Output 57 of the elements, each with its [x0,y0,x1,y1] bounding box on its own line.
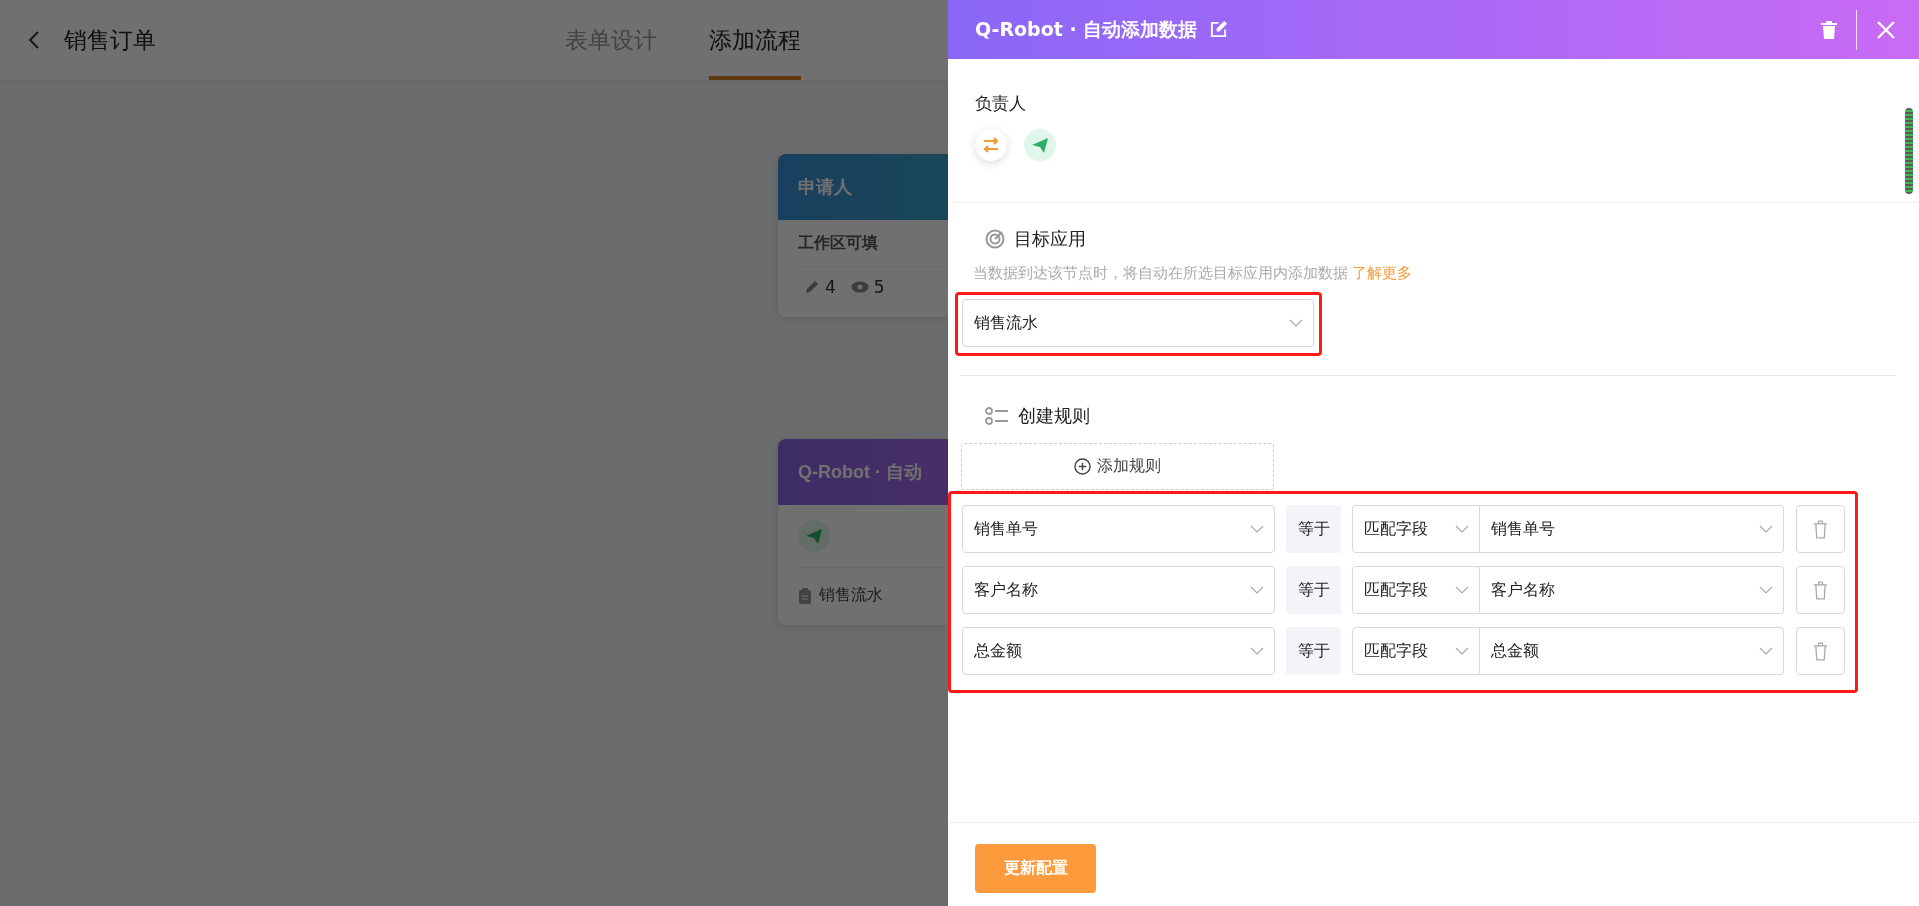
pencil-icon [804,279,820,295]
chevron-down-icon [1455,525,1469,533]
close-icon[interactable] [1877,20,1895,39]
node-title: Q-Robot · 自动 [798,461,922,484]
edit-icon[interactable] [1209,20,1229,39]
list-icon [985,406,1009,426]
operator-label: 等于 [1286,627,1341,675]
tab[interactable]: 添加流程 [709,0,801,80]
trash-icon [1813,579,1828,601]
chevron-down-icon [1455,647,1469,655]
node-card[interactable]: 申请人 工作区可填 4 5 [778,154,948,317]
value-select[interactable]: 客户名称 [1480,566,1784,614]
section-title: 目标应用 [1014,227,1086,251]
add-rule-button[interactable]: 添加规则 [961,443,1274,490]
chevron-down-icon [1455,586,1469,594]
edit-count: 4 [825,277,836,297]
section-title: 创建规则 [1018,404,1090,428]
chevron-down-icon [1289,319,1303,327]
paper-plane-icon[interactable] [1024,129,1056,161]
field-select[interactable]: 销售单号 [962,505,1275,553]
eye-icon [850,281,869,293]
chevron-down-icon [1250,586,1264,594]
delete-button[interactable] [1796,566,1845,614]
operator-label: 等于 [1286,505,1341,553]
page-title: 销售订单 [64,25,156,55]
owner-label: 负责人 [975,92,1027,115]
field-select[interactable]: 客户名称 [962,566,1275,614]
scrollbar[interactable] [1905,108,1913,194]
trash-icon [1813,518,1828,540]
chevron-down-icon [1759,525,1773,533]
delete-button[interactable] [1796,505,1845,553]
target-icon [985,229,1005,249]
view-count: 5 [873,277,885,297]
drawer-title: Q-Robot · 自动添加数据 [975,16,1198,42]
delete-button[interactable] [1796,627,1845,675]
chevron-down-icon [1759,586,1773,594]
node-title: 申请人 [798,176,852,199]
back-icon[interactable] [28,30,40,50]
trash-icon [1813,640,1828,662]
chevron-down-icon [1759,647,1773,655]
mode-select[interactable]: 匹配字段 [1352,566,1480,614]
chevron-down-icon [1250,525,1264,533]
target-app-text: 销售流水 [819,585,883,606]
plus-circle-icon [1074,458,1091,475]
paper-plane-icon [798,520,830,552]
description-text: 当数据到达该节点时，将自动在所选目标应用内添加数据 [973,264,1348,282]
operator-label: 等于 [1286,566,1341,614]
mode-select[interactable]: 匹配字段 [1352,505,1480,553]
trash-icon[interactable] [1821,20,1837,39]
value-select[interactable]: 总金额 [1480,627,1784,675]
mode-select[interactable]: 匹配字段 [1352,627,1480,675]
chevron-down-icon [1250,647,1264,655]
permission-text: 工作区可填 [798,232,878,254]
value-select[interactable]: 销售单号 [1480,505,1784,553]
field-select[interactable]: 总金额 [962,627,1275,675]
clipboard-icon [798,587,812,604]
app-select[interactable]: 销售流水 [962,299,1314,347]
